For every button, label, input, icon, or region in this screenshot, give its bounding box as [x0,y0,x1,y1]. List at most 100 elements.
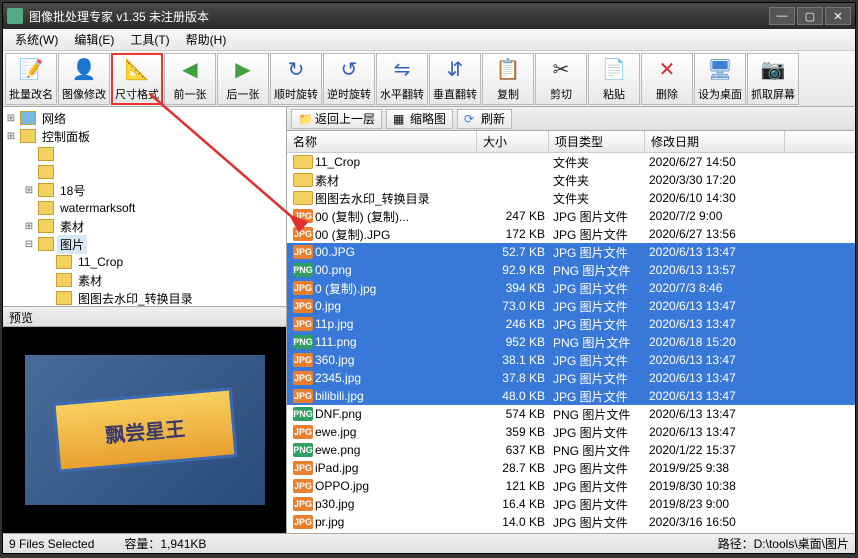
copy-icon: 📋 [494,56,522,84]
menu-help[interactable]: 帮助(H) [178,29,235,50]
expand-icon[interactable]: ⊞ [23,221,35,232]
prev-button[interactable]: ◀前一张 [164,53,216,105]
file-row[interactable]: PNGewe.png637 KBPNG 图片文件2020/1/22 15:37 [287,441,855,459]
up-button[interactable]: 📁返回上一层 [291,109,382,129]
maximize-button[interactable]: ▢ [797,7,823,25]
status-path: D:\tools\桌面\图片 [754,535,849,552]
size-format-icon: 📐 [123,56,151,84]
file-row[interactable]: JPG360.jpg38.1 KBJPG 图片文件2020/6/13 13:47 [287,351,855,369]
tree-node[interactable]: ⊟图片 [5,235,284,253]
file-row[interactable]: JPG00 (复制) (复制)...247 KBJPG 图片文件2020/7/2… [287,207,855,225]
app-window: 图像批处理专家 v1.35 未注册版本 — ▢ ✕ 系统(W) 编辑(E) 工具… [2,2,856,554]
rotate-cw-icon: ↻ [282,56,310,84]
file-row[interactable]: JPG00.JPG52.7 KBJPG 图片文件2020/6/13 13:47 [287,243,855,261]
file-row[interactable]: 11_Crop文件夹2020/6/27 14:50 [287,153,855,171]
copy-button[interactable]: 📋复制 [482,53,534,105]
file-row[interactable]: JPGbilibili.jpg48.0 KBJPG 图片文件2020/6/13 … [287,387,855,405]
file-row[interactable]: PNGDNF.png574 KBPNG 图片文件2020/6/13 13:47 [287,405,855,423]
tree-node[interactable] [5,163,284,181]
file-row[interactable]: 素材文件夹2020/3/30 17:20 [287,171,855,189]
flip-h-button[interactable]: ⇋水平翻转 [376,53,428,105]
capture-button[interactable]: 📷抓取屏幕 [747,53,799,105]
close-button[interactable]: ✕ [825,7,851,25]
tree-node[interactable]: 素材 [5,271,284,289]
jpg-icon: JPG [293,209,313,223]
rotate-cw-button[interactable]: ↻顺时旋转 [270,53,322,105]
folder-icon [38,237,54,251]
png-icon: PNG [293,407,313,421]
wallpaper-icon: 🖥 [706,56,734,84]
file-row[interactable]: JPGOPPO.jpg121 KBJPG 图片文件2019/8/30 10:38 [287,477,855,495]
rotate-ccw-button[interactable]: ↺逆时旋转 [323,53,375,105]
tree-node[interactable] [5,145,284,163]
size-format-button[interactable]: 📐尺寸格式 [111,53,163,105]
folder-icon [293,191,313,205]
menubar: 系统(W) 编辑(E) 工具(T) 帮助(H) [3,29,855,51]
file-row[interactable]: JPGpr.jpg14.0 KBJPG 图片文件2020/3/16 16:50 [287,513,855,531]
png-icon: PNG [293,335,313,349]
file-row[interactable]: 图图去水印_转换目录文件夹2020/6/10 14:30 [287,189,855,207]
file-row[interactable]: JPG0.jpg73.0 KBJPG 图片文件2020/6/13 13:47 [287,297,855,315]
thumb-button[interactable]: ▦缩略图 [386,109,453,129]
refresh-button[interactable]: ⟳刷新 [457,109,512,129]
png-icon: PNG [293,263,313,277]
col-size[interactable]: 大小 [477,131,549,152]
expand-icon[interactable]: ⊞ [5,131,17,142]
jpg-icon: JPG [293,461,313,475]
file-row[interactable]: JPGiPad.jpg28.7 KBJPG 图片文件2019/9/25 9:38 [287,459,855,477]
batch-rename-button[interactable]: 📝批量改名 [5,53,57,105]
tree-node[interactable]: ⊞控制面板 [5,127,284,145]
file-row[interactable]: JPG00 (复制).JPG172 KBJPG 图片文件2020/6/27 13… [287,225,855,243]
tree-node[interactable]: ⊞网络 [5,109,284,127]
file-list[interactable]: 11_Crop文件夹2020/6/27 14:50素材文件夹2020/3/30 … [287,153,855,533]
next-icon: ▶ [229,56,257,84]
jpg-icon: JPG [293,227,313,241]
tree-node[interactable]: ⊞素材 [5,217,284,235]
file-row[interactable]: JPG11p.jpg246 KBJPG 图片文件2020/6/13 13:47 [287,315,855,333]
flip-v-button[interactable]: ⇵垂直翻转 [429,53,481,105]
status-capacity: 容量：1,941KB [124,535,206,552]
folder-icon [56,291,72,305]
menu-tool[interactable]: 工具(T) [122,29,177,50]
paste-button[interactable]: 📄粘贴 [588,53,640,105]
expand-icon[interactable]: ⊞ [23,185,35,196]
folder-tree[interactable]: ⊞网络⊞控制面板 ⊞18号watermarksoft⊞素材⊟图片11_Crop素材… [3,107,286,307]
preview-pane: 飘尝星王 [3,327,286,533]
minimize-button[interactable]: — [769,7,795,25]
tree-node[interactable]: 11_Crop [5,253,284,271]
file-row[interactable]: PNG111.png952 KBPNG 图片文件2020/6/18 15:20 [287,333,855,351]
image-modify-button[interactable]: 👤图像修改 [58,53,110,105]
jpg-icon: JPG [293,299,313,313]
delete-button[interactable]: ✕删除 [641,53,693,105]
tree-node[interactable]: 图图去水印_转换目录 [5,289,284,307]
expand-icon[interactable]: ⊞ [5,113,17,124]
file-row[interactable]: PNG00.png92.9 KBPNG 图片文件2020/6/13 13:57 [287,261,855,279]
file-toolbar: 📁返回上一层 ▦缩略图 ⟳刷新 [287,107,855,131]
folder-icon [20,111,36,125]
cut-button[interactable]: ✂剪切 [535,53,587,105]
expand-icon[interactable]: ⊟ [23,239,35,250]
menu-system[interactable]: 系统(W) [7,29,66,50]
col-name[interactable]: 名称 [287,131,477,152]
app-icon [7,8,23,24]
wallpaper-button[interactable]: 🖥设为桌面 [694,53,746,105]
list-header: 名称 大小 项目类型 修改日期 [287,131,855,153]
batch-rename-icon: 📝 [17,56,45,84]
refresh-icon: ⟳ [464,112,478,126]
tree-node[interactable]: ⊞18号 [5,181,284,199]
flip-v-icon: ⇵ [441,56,469,84]
file-row[interactable]: JPG0 (复制).jpg394 KBJPG 图片文件2020/7/3 8:46 [287,279,855,297]
file-row[interactable]: JPGewe.jpg359 KBJPG 图片文件2020/6/13 13:47 [287,423,855,441]
col-type[interactable]: 项目类型 [549,131,645,152]
folder-icon [38,147,54,161]
jpg-icon: JPG [293,515,313,529]
col-date[interactable]: 修改日期 [645,131,785,152]
preview-header: 预览 [3,307,286,327]
next-button[interactable]: ▶后一张 [217,53,269,105]
menu-edit[interactable]: 编辑(E) [66,29,122,50]
tree-node[interactable]: watermarksoft [5,199,284,217]
paste-icon: 📄 [600,56,628,84]
thumb-icon: ▦ [393,112,407,126]
file-row[interactable]: JPGp30.jpg16.4 KBJPG 图片文件2019/8/23 9:00 [287,495,855,513]
file-row[interactable]: JPG2345.jpg37.8 KBJPG 图片文件2020/6/13 13:4… [287,369,855,387]
